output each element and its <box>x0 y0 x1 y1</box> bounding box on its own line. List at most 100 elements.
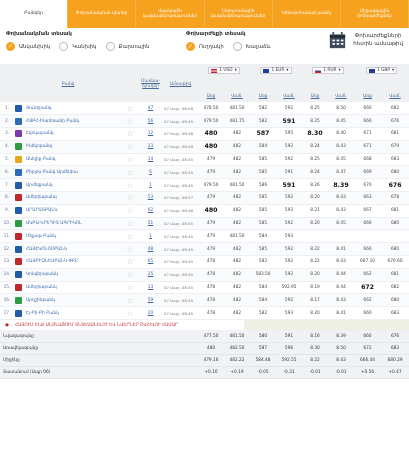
column-sell[interactable]: Վաճ. <box>328 91 355 102</box>
bank-name[interactable]: ՀԱՅԷԿՈՆՈՄԲԱՆԿ <box>26 247 67 252</box>
branches-count[interactable]: 47 <box>138 102 163 116</box>
table-row[interactable]: 8. Ամերիաբանկ ☆ 53 07 Ապր, 08:47 479 482 585 592… <box>0 191 409 205</box>
bank-name[interactable]: Յունիբանկ <box>26 106 52 111</box>
currency-select-usd[interactable]: 1 USD ▾ <box>208 67 240 75</box>
currency-select-gbp[interactable]: 1 GBP ▾ <box>365 67 398 75</box>
bank-cell[interactable]: ՀԱՅԲԻԶՆԵՍԲԱՆԿ ՓԲԸ <box>14 255 122 269</box>
bank-name[interactable]: Անելիք Բանկ <box>26 157 56 162</box>
bank-cell[interactable]: Էյ-Բի-Բի Բանկ <box>14 306 122 321</box>
table-row[interactable]: 16. Արդշինբանկ ☆ 59 07 Ապր, 08:45 478 482 584 59… <box>0 293 409 308</box>
bank-cell[interactable]: Ինեկոբանկ <box>14 140 122 154</box>
column-sell[interactable]: Վաճ. <box>381 91 409 102</box>
column-date[interactable]: Ամսաթիվ <box>163 78 198 91</box>
star-icon[interactable]: ☆ <box>122 165 138 180</box>
branches-count[interactable]: 53 <box>138 191 163 205</box>
bank-cell[interactable]: ԱԿԲԱ-ԿՐԵԴԻՏ ԱԳՐԻԿՈԼ <box>14 217 122 231</box>
table-row[interactable]: 6. Բիբլոս Բանկ Արմենիա ☆ 6 07 Ապր, 08:45 479 4… <box>0 165 409 180</box>
table-row[interactable]: 11. Մելլաթ Բանկ ☆ 1 07 Ապր, 08:45 479 481.50 58… <box>0 229 409 244</box>
star-icon[interactable]: ☆ <box>122 306 138 321</box>
column-sell[interactable]: Վաճ. <box>276 91 303 102</box>
column-branches[interactable]: Մասնա-ճյուղեր <box>138 78 163 91</box>
bank-cell[interactable]: ԱՐԱՐԱՏԲԱՆԿ <box>14 204 122 218</box>
branches-count[interactable]: 56 <box>138 114 163 129</box>
tab-credit-organizations[interactable]: Վարկային կազմակերպություններ <box>136 0 205 28</box>
column-sell[interactable]: Վաճ. <box>224 91 251 102</box>
star-icon[interactable]: ☆ <box>122 153 138 167</box>
radio-cross[interactable]: Խաչաձև <box>232 42 271 51</box>
bank-cell[interactable]: Արդշինբանկ <box>14 293 122 308</box>
table-row[interactable]: 2. ՀՅԲՀ-Ինտեռանի Բանկ ☆ 56 07 Ապր, 08:45 479.… <box>0 114 409 129</box>
bank-name[interactable]: ԱԿԲԱ-ԿՐԵԴԻՏ ԱԳՐԻԿՈԼ <box>26 221 81 226</box>
radio-card[interactable]: Քարտային <box>105 42 150 51</box>
star-icon[interactable]: ☆ <box>122 217 138 231</box>
bank-cell[interactable]: Անելիք Բանկ <box>14 153 122 167</box>
column-buy[interactable]: Առք <box>250 91 277 102</box>
branches-count[interactable]: 6 <box>138 165 163 180</box>
star-icon[interactable]: ☆ <box>122 204 138 218</box>
column-buy[interactable]: Առք <box>354 91 382 102</box>
bank-cell[interactable]: Ամերիաբանկ <box>14 191 122 205</box>
table-row[interactable]: 9. ԱՐԱՐԱՏԲԱՆԿ ☆ 62 07 Ապր, 08:46 480 482 585 593… <box>0 204 409 218</box>
bank-cell[interactable]: Մելլաթ Բանկ <box>14 229 122 244</box>
bank-cell[interactable]: Կոնվերսբանկ <box>14 268 122 282</box>
table-row[interactable]: 14. Կոնվերսբանկ ☆ 25 07 Ապր, 08:45 478 482 583.… <box>0 268 409 282</box>
bank-name[interactable]: Արմեցբանկ <box>26 183 53 188</box>
star-icon[interactable]: ☆ <box>122 242 138 257</box>
table-row[interactable]: 17. Էյ-Բի-Բի Բանկ ☆ 20 07 Ապր, 08:45 478 482 58… <box>0 306 409 321</box>
table-row[interactable]: 15. Ամերիաբանկ ☆ 13 07 Ապր, 08:45 478 482 584 59… <box>0 281 409 295</box>
table-row[interactable]: 10. ԱԿԲԱ-ԿՐԵԴԻՏ ԱԳՐԻԿՈԼ ☆ 51 07 Ապր, 08:45 47… <box>0 217 409 231</box>
bank-cell[interactable]: Էվոկաբանկ <box>14 127 122 141</box>
branches-count[interactable]: 12 <box>138 127 163 141</box>
table-row[interactable]: 1. Յունիբանկ ☆ 47 07 Ապր, 08:58 478.50 481.50 5… <box>0 102 409 116</box>
branches-count[interactable]: 1 <box>138 178 163 193</box>
tab-international-rates[interactable]: Միջազգային փոխարժեքներ <box>341 0 409 28</box>
bank-cell[interactable]: Բիբլոս Բանկ Արմենիա <box>14 165 122 180</box>
branches-count[interactable]: 20 <box>138 306 163 321</box>
star-icon[interactable]: ☆ <box>122 191 138 205</box>
table-row[interactable]: 12. ՀԱՅԷԿՈՆՈՄԲԱՆԿ ☆ 48 07 Ապր, 08:45 479 482 58… <box>0 242 409 257</box>
radio-cashless[interactable]: ✓ Անկանխիկ <box>6 42 50 51</box>
table-row[interactable]: 5. Անելիք Բանկ ☆ 14 07 Ապր, 08:45 479 482 585 59… <box>0 153 409 167</box>
bank-cell[interactable]: Ամերիաբանկ <box>14 281 122 295</box>
bank-name[interactable]: Ամերիաբանկ <box>26 285 57 290</box>
radio-direct[interactable]: ✓ Ուղղակի <box>186 42 224 51</box>
bank-name[interactable]: ՀԱՅԲԻԶՆԵՍԲԱՆԿ ՓԲԸ <box>26 259 78 264</box>
star-icon[interactable]: ☆ <box>122 281 138 295</box>
column-bank[interactable]: Բանկ <box>14 78 122 91</box>
star-icon[interactable]: ☆ <box>122 127 138 141</box>
column-buy[interactable]: Առք <box>198 91 224 102</box>
column-buy[interactable]: Առք <box>302 91 329 102</box>
bank-name[interactable]: Էյ-Բի-Բի Բանկ <box>26 311 59 316</box>
bank-name[interactable]: Արդշինբանկ <box>26 298 55 303</box>
bank-cell[interactable]: Յունիբանկ <box>14 102 122 116</box>
star-icon[interactable]: ☆ <box>122 140 138 154</box>
table-row[interactable]: 7. Արմեցբանկ ☆ 1 07 Ապր, 08:45 479.50 481.50 58… <box>0 178 409 193</box>
tab-investment-organizations[interactable]: Ներդրումային կազմակերպություններ <box>205 0 273 28</box>
promo-banner[interactable]: ՀԱՅՈՒՄ ԵՆՔ ԱՆՑՆԱՑՈՒՄ ՏՆՏԵՍԱՆԵԼՈՒ ԵՎ ՆՎԵՐ… <box>14 319 409 332</box>
star-icon[interactable]: ☆ <box>122 268 138 282</box>
rates-history-button[interactable]: Փոխարժեքների հետին ամսաթիվ <box>329 32 403 49</box>
table-row[interactable]: 4. Ինեկոբանկ ☆ 23 07 Ապր, 08:48 480 482 584 592 8… <box>0 140 409 154</box>
bank-name[interactable]: ԱՐԱՐԱՏԲԱՆԿ <box>26 208 58 213</box>
star-icon[interactable]: ☆ <box>122 102 138 116</box>
branches-count[interactable]: 25 <box>138 268 163 282</box>
radio-cash[interactable]: Կանխիկ <box>59 42 97 51</box>
bank-cell[interactable]: Արմեցբանկ <box>14 178 122 193</box>
currency-select-rur[interactable]: 1 RUR ▾ <box>312 67 344 75</box>
bank-name[interactable]: Ամերիաբանկ <box>26 195 57 200</box>
branches-count[interactable]: 51 <box>138 217 163 231</box>
table-row[interactable]: 13. ՀԱՅԲԻԶՆԵՍԲԱՆԿ ՓԲԸ ☆ 65 07 Ապր, 08:45 478 4… <box>0 255 409 269</box>
branches-count[interactable]: 48 <box>138 242 163 257</box>
bank-name[interactable]: Բիբլոս Բանկ Արմենիա <box>26 170 78 175</box>
star-icon[interactable]: ☆ <box>122 255 138 269</box>
bank-name[interactable]: Էվոկաբանկ <box>26 131 53 136</box>
bank-name[interactable]: Մելլաթ Բանկ <box>26 234 56 239</box>
bank-cell[interactable]: ՀՅԲՀ-Ինտեռանի Բանկ <box>14 114 122 129</box>
tab-central-bank[interactable]: Կենտրոնական բանկ <box>273 0 341 28</box>
bank-name[interactable]: ՀՅԲՀ-Ինտեռանի Բանկ <box>26 119 79 124</box>
branches-count[interactable]: 14 <box>138 153 163 167</box>
currency-select-eur[interactable]: 1 EUR ▾ <box>260 67 292 75</box>
star-icon[interactable]: ☆ <box>122 114 138 129</box>
bank-name[interactable]: Ինեկոբանկ <box>26 144 52 149</box>
branches-count[interactable]: 1 <box>138 229 163 244</box>
